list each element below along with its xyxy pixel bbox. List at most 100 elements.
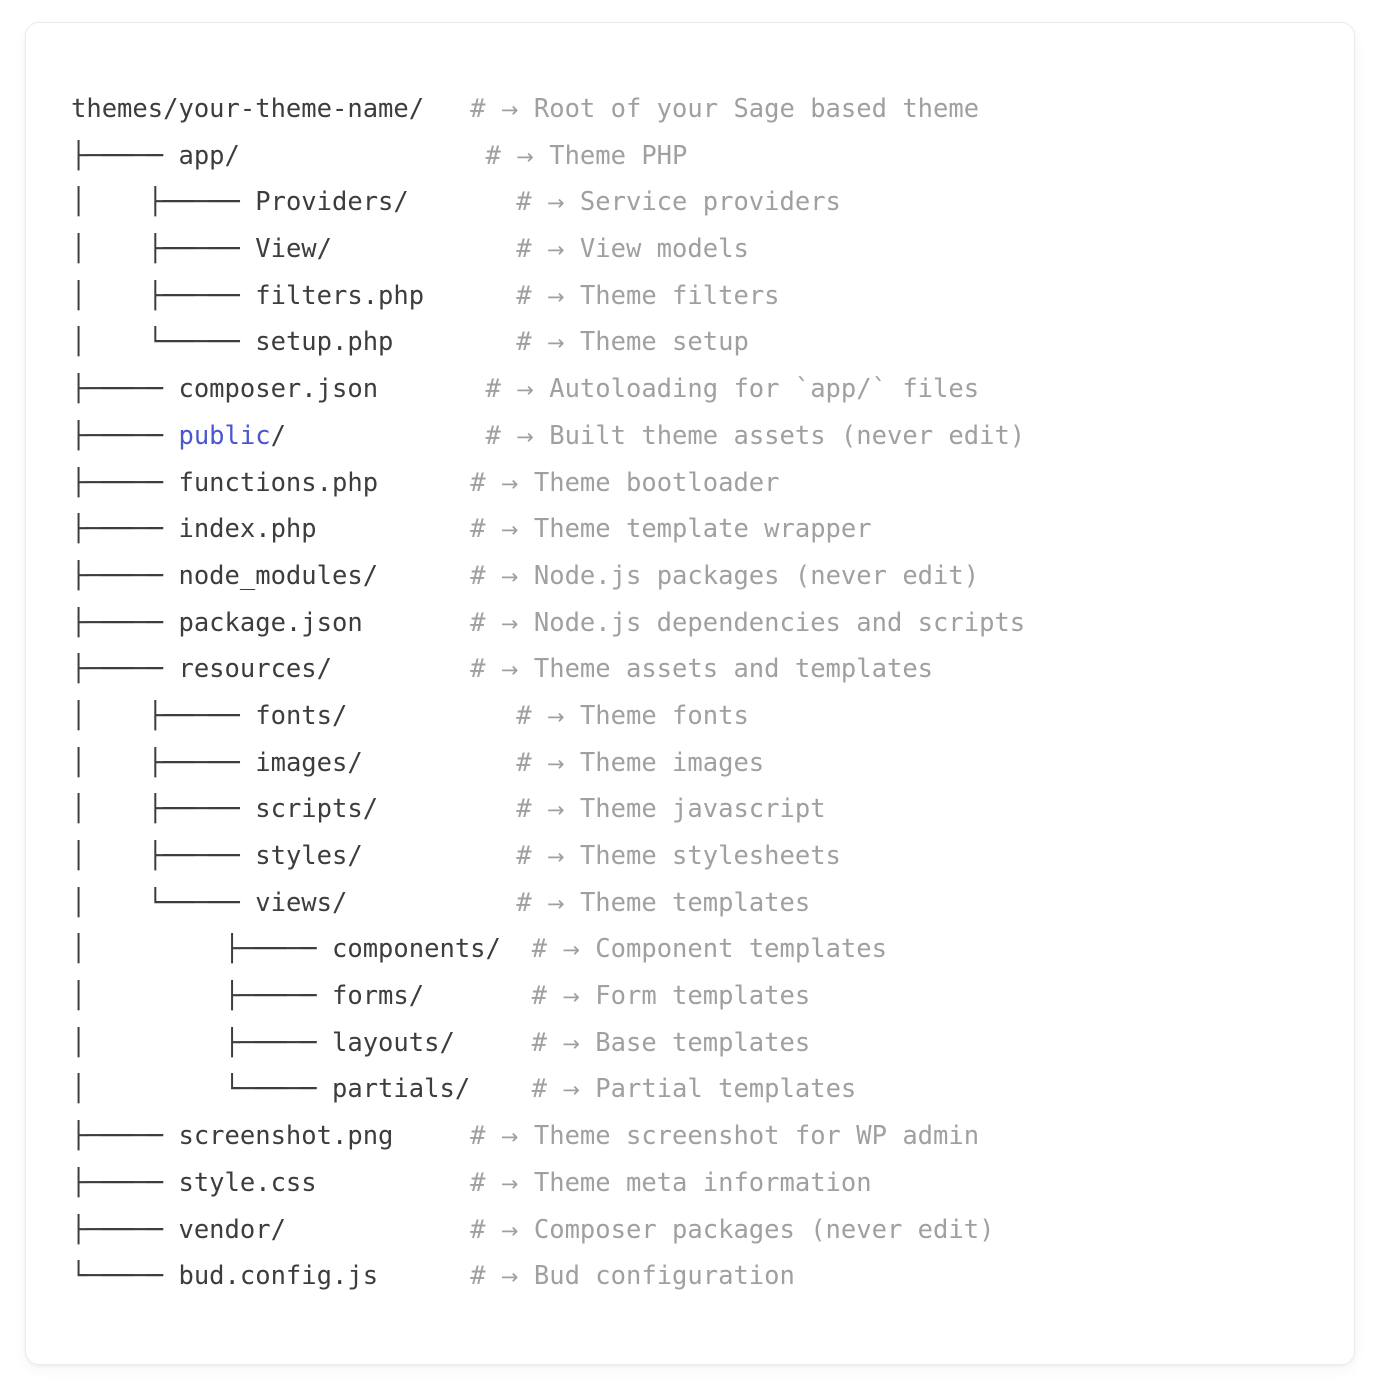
tree-entry-name: View/ xyxy=(255,234,332,265)
tree-row: │ ├───── images/ # → Theme images xyxy=(71,740,1025,787)
tree-row: │ ├───── components/ # → Component templ… xyxy=(71,926,1025,973)
arrow-right-icon: → xyxy=(546,891,565,916)
comment-hash-icon: # xyxy=(516,887,532,918)
tree-branch-glyph: │ ├───── xyxy=(71,981,332,1012)
arrow-right-icon: → xyxy=(500,518,519,543)
comment-space xyxy=(519,561,534,591)
comment-space xyxy=(565,187,580,217)
tree-branch-glyph: │ ├───── xyxy=(71,187,256,218)
tree-entry-name: functions.php xyxy=(178,467,379,498)
tree-row: ├───── package.json # → Node.js dependen… xyxy=(71,600,1025,647)
tree-row: │ └───── setup.php # → Theme setup xyxy=(71,319,1025,366)
tree-branch-glyph: ├───── xyxy=(71,374,179,405)
comment-space xyxy=(486,561,501,591)
tree-entry-name: views/ xyxy=(255,887,348,918)
comment-space xyxy=(532,234,547,264)
comment-hash-icon: # xyxy=(516,280,532,311)
arrow-right-icon: → xyxy=(500,611,519,636)
comment-space xyxy=(486,1261,501,1291)
tree-entry-comment: Theme meta information xyxy=(533,1167,872,1198)
comment-space xyxy=(486,1168,501,1198)
arrow-right-icon: → xyxy=(500,564,519,589)
tree-row: themes/your-theme-name/ # → Root of your… xyxy=(71,86,1025,133)
arrow-right-icon: → xyxy=(516,378,534,403)
tree-entry-comment: Theme setup xyxy=(579,327,749,358)
comment-hash-icon: # xyxy=(516,234,532,265)
arrow-right-icon: → xyxy=(500,1265,519,1290)
tree-entry-comment: Node.js packages (never edit) xyxy=(533,560,980,591)
tree-row: │ └───── partials/ # → Partial templates xyxy=(71,1066,1025,1113)
tree-entry-comment: Built theme assets (never edit) xyxy=(549,420,1026,451)
column-gap xyxy=(363,748,517,778)
tree-branch-glyph: │ ├───── xyxy=(71,280,256,311)
column-gap xyxy=(470,1074,531,1104)
comment-hash-icon: # xyxy=(485,420,501,451)
comment-space xyxy=(486,1121,501,1151)
comment-space xyxy=(532,281,547,311)
arrow-right-icon: → xyxy=(516,144,534,169)
tree-entry-name: screenshot.png xyxy=(178,1121,394,1152)
tree-entry-comment: Theme templates xyxy=(579,887,811,918)
comment-hash-icon: # xyxy=(470,94,486,124)
comment-hash-icon: # xyxy=(470,1167,486,1198)
tree-entry-name: fonts/ xyxy=(255,700,348,731)
comment-space xyxy=(519,468,534,498)
tree-entry-comment: Theme fonts xyxy=(579,700,749,731)
directory-tree: themes/your-theme-name/ # → Root of your… xyxy=(71,86,1025,1300)
tree-entry-comment: Theme PHP xyxy=(549,140,688,171)
arrow-right-icon: → xyxy=(500,98,519,122)
column-gap xyxy=(378,794,516,824)
tree-branch-glyph: │ ├───── xyxy=(71,747,256,778)
arrow-right-icon: → xyxy=(546,284,565,309)
comment-space xyxy=(501,421,516,451)
column-gap xyxy=(455,1028,532,1058)
comment-hash-icon: # xyxy=(470,654,486,685)
comment-hash-icon: # xyxy=(470,1214,486,1245)
tree-entry-name-highlighted: public xyxy=(178,420,271,451)
tree-branch-glyph: │ └───── xyxy=(71,1074,332,1105)
comment-space xyxy=(532,888,547,918)
tree-entry-comment: Theme javascript xyxy=(579,794,826,825)
column-gap xyxy=(332,234,516,264)
tree-entry-name: vendor/ xyxy=(178,1214,286,1245)
comment-hash-icon: # xyxy=(516,747,532,778)
comment-hash-icon: # xyxy=(470,560,486,591)
comment-space xyxy=(519,654,534,684)
tree-entry-name: layouts/ xyxy=(332,1027,455,1058)
comment-hash-icon: # xyxy=(485,374,501,405)
tree-entry-name: images/ xyxy=(255,747,363,778)
tree-branch-glyph: ├───── xyxy=(71,514,179,545)
tree-entry-comment: Composer packages (never edit) xyxy=(533,1214,995,1245)
arrow-right-icon: → xyxy=(546,238,565,263)
arrow-right-icon: → xyxy=(546,845,565,869)
tree-branch-glyph: │ ├───── xyxy=(71,841,256,871)
tree-entry-comment: Theme bootloader xyxy=(533,467,780,498)
tree-entry-comment: Theme stylesheets xyxy=(579,841,841,871)
tree-branch-glyph: ├───── xyxy=(71,1167,179,1198)
comment-space xyxy=(534,421,549,451)
comment-space xyxy=(547,981,562,1011)
comment-space xyxy=(532,187,547,217)
comment-hash-icon: # xyxy=(531,981,547,1012)
tree-entry-comment: Partial templates xyxy=(595,1074,857,1105)
column-gap xyxy=(332,654,470,684)
tree-branch-glyph: │ ├───── xyxy=(71,234,256,265)
tree-branch-glyph: ├───── xyxy=(71,654,179,685)
tree-row: │ ├───── fonts/ # → Theme fonts xyxy=(71,693,1025,740)
arrow-right-icon: → xyxy=(546,191,565,216)
comment-space xyxy=(519,94,534,124)
tree-row: │ ├───── forms/ # → Form templates xyxy=(71,973,1025,1020)
tree-row: ├───── node_modules/ # → Node.js package… xyxy=(71,553,1025,600)
comment-space xyxy=(486,608,501,638)
tree-entry-name: components/ xyxy=(332,934,501,965)
tree-entry-comment: Node.js dependencies and scripts xyxy=(533,607,1026,638)
tree-entry-comment: Autoloading for `app/` files xyxy=(549,374,980,405)
tree-entry-comment: Root of your Sage based theme xyxy=(533,94,980,124)
column-gap xyxy=(286,1215,470,1245)
comment-hash-icon: # xyxy=(531,1027,547,1058)
tree-row: ├───── style.css # → Theme meta informat… xyxy=(71,1160,1025,1207)
comment-space xyxy=(565,748,580,778)
column-gap xyxy=(378,468,470,498)
arrow-right-icon: → xyxy=(546,331,565,356)
tree-branch-glyph: │ └───── xyxy=(71,887,256,918)
